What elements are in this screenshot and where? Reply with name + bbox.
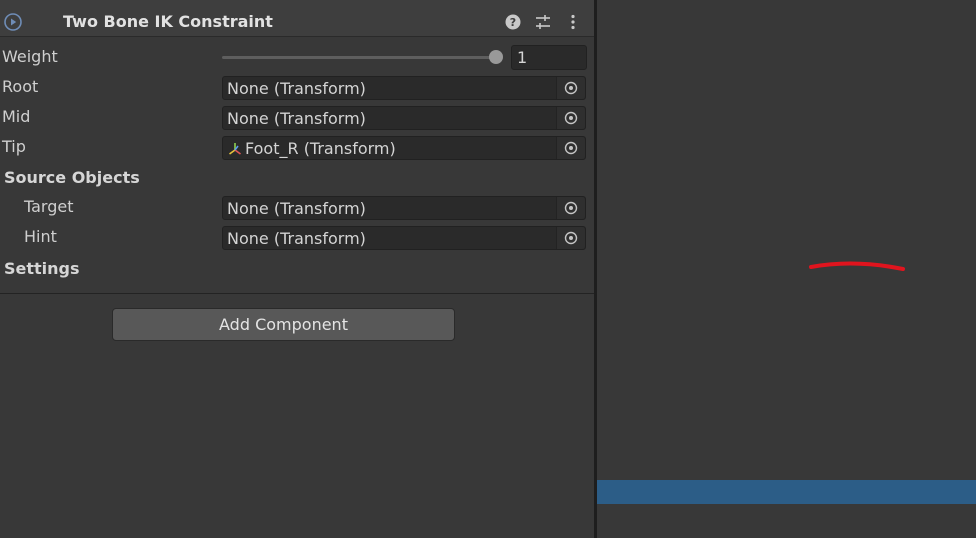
object-picker-icon — [564, 231, 578, 245]
mid-field[interactable]: None (Transform) — [222, 106, 586, 130]
object-picker-icon — [564, 141, 578, 155]
red-annotation-stroke — [809, 261, 905, 271]
hierarchy-item[interactable]: Upper_Leg_R Caps — [597, 384, 976, 408]
presets-icon[interactable] — [534, 13, 552, 31]
object-picker-icon — [564, 201, 578, 215]
add-component-button[interactable]: Add Component — [112, 308, 455, 341]
hierarchy-item[interactable]: ▼Upper_Leg_R — [597, 192, 976, 216]
help-icon[interactable]: ? — [504, 13, 522, 31]
hierarchy-item[interactable]: SpringPivot_Skirt_ — [597, 336, 976, 360]
weight-value: 1 — [517, 48, 528, 67]
component-toggle-icon[interactable] — [4, 13, 22, 31]
target-label: Target — [24, 197, 74, 216]
component-title: Two Bone IK Constraint — [63, 12, 273, 31]
target-object-picker[interactable] — [556, 197, 585, 219]
hierarchy-item[interactable]: ▼Hips — [597, 72, 976, 96]
component-divider — [0, 293, 594, 294]
root-field[interactable]: None (Transform) — [222, 76, 586, 100]
mid-object-picker[interactable] — [556, 107, 585, 129]
hierarchy-item[interactable]: ▶Skirt_Front_L_00 — [597, 96, 976, 120]
weight-label: Weight — [2, 47, 58, 66]
more-menu-icon[interactable] — [564, 13, 582, 31]
component-header[interactable]: Two Bone IK Constraint ? — [0, 7, 594, 37]
hint-field[interactable]: None (Transform) — [222, 226, 586, 250]
tip-field[interactable]: Foot_R (Transform) — [222, 136, 586, 160]
svg-text:?: ? — [510, 16, 516, 29]
hint-label: Hint — [24, 227, 57, 246]
hierarchy-item[interactable]: ▶Spine — [597, 144, 976, 168]
hierarchy-item[interactable]: Foot IK — [597, 480, 976, 504]
hierarchy-panel: Mesh_Costume_01_Skin▼Root▼center▼Hips▶Sk… — [597, 0, 976, 538]
tip-object-picker[interactable] — [556, 137, 585, 159]
hierarchy-item[interactable]: ▼Foot_R — [597, 240, 976, 264]
hierarchy-item[interactable]: ▼Lower_Leg_R — [597, 216, 976, 240]
hint-object-picker[interactable] — [556, 227, 585, 249]
hierarchy-item[interactable]: Lower_Leg_R_Tw — [597, 312, 976, 336]
hierarchy-item[interactable]: Upper_Leg_R_Twis — [597, 360, 976, 384]
hierarchy-item[interactable]: Mesh_Costume_01_Skin — [597, 0, 976, 24]
weight-slider-track[interactable] — [222, 56, 498, 59]
hierarchy-item[interactable]: ▼Rig 1 — [597, 456, 976, 480]
hierarchy-item[interactable]: AimTarget — [597, 504, 976, 528]
root-object-picker[interactable] — [556, 77, 585, 99]
inspector-panel: Two Bone IK Constraint ? Weight 1 Root N… — [0, 0, 594, 538]
hierarchy-item[interactable]: TransformDummy Up — [597, 408, 976, 432]
target-field-value: None (Transform) — [227, 199, 366, 218]
mid-label: Mid — [2, 107, 31, 126]
tip-field-value: Foot_R (Transform) — [245, 139, 396, 158]
weight-slider-thumb[interactable] — [489, 50, 503, 64]
root-label: Root — [2, 77, 39, 96]
hierarchy-item[interactable]: ▶Upper_Leg_L — [597, 168, 976, 192]
hierarchy-item[interactable]: Toes_R — [597, 264, 976, 288]
source-objects-foldout[interactable]: Source Objects — [4, 168, 140, 187]
hierarchy-item[interactable]: ▶Skirt_Front_R_00 — [597, 120, 976, 144]
mid-field-value: None (Transform) — [227, 109, 366, 128]
root-field-value: None (Transform) — [227, 79, 366, 98]
object-picker-icon — [564, 111, 578, 125]
settings-foldout[interactable]: Settings — [4, 259, 80, 278]
target-field[interactable]: None (Transform) — [222, 196, 586, 220]
hierarchy-item[interactable]: Knee_R — [597, 288, 976, 312]
hint-field-value: None (Transform) — [227, 229, 366, 248]
object-picker-icon — [564, 81, 578, 95]
transform-axes-icon — [229, 143, 241, 155]
tip-label: Tip — [2, 137, 26, 156]
hierarchy-item[interactable]: ▼center — [597, 48, 976, 72]
weight-value-field[interactable]: 1 — [511, 45, 587, 70]
hierarchy-item[interactable]: ▼Root — [597, 24, 976, 48]
hierarchy-item[interactable]: TransformDummy Up — [597, 432, 976, 456]
